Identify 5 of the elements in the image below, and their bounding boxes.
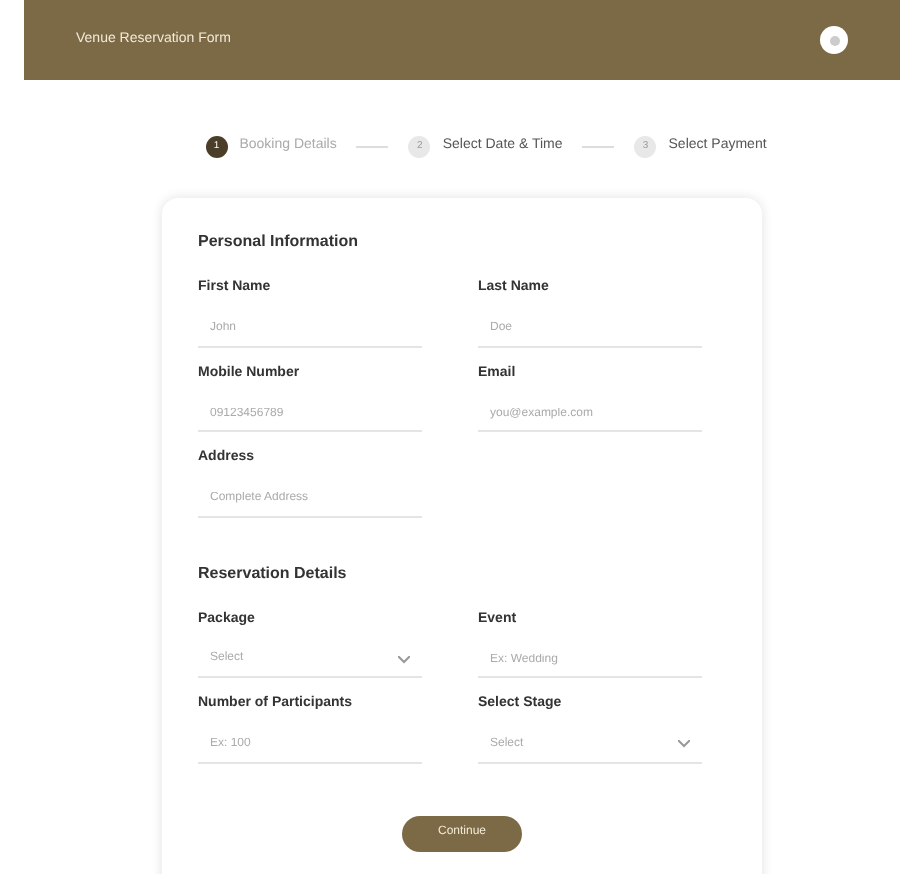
chevron-icon bbox=[678, 740, 690, 748]
chevron-icon bbox=[398, 655, 410, 663]
section-title: Reservation Details bbox=[198, 561, 349, 585]
section-title: Personal Information bbox=[198, 230, 361, 254]
profile-icon[interactable] bbox=[820, 26, 848, 54]
